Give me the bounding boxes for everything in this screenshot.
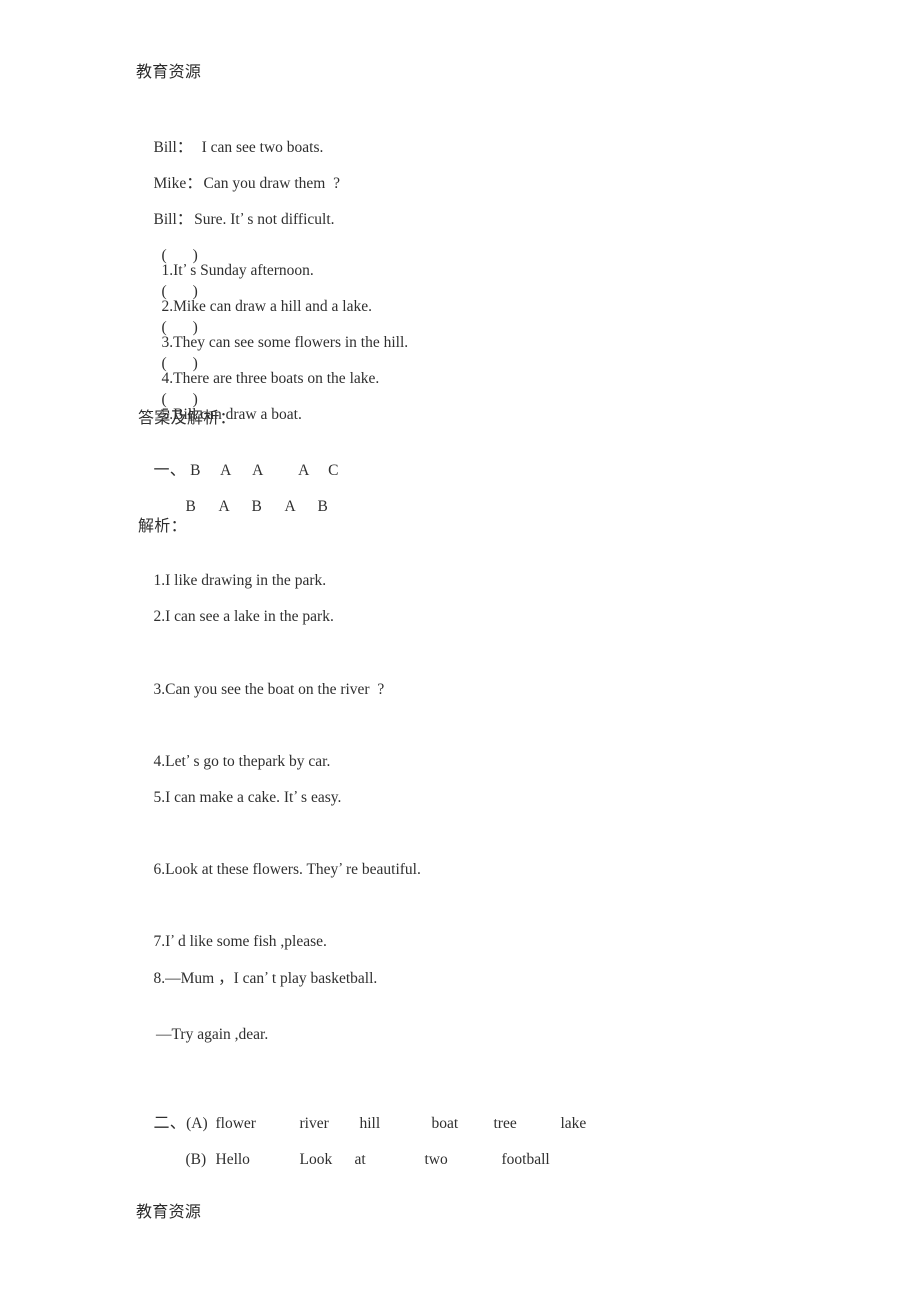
answer-blank-close-paren: ) [192, 390, 198, 408]
analysis-line: 3.Can you see the boat on the river ? [138, 666, 385, 713]
answer-value: A [218, 497, 230, 515]
vocabulary-word: Look [299, 1150, 333, 1168]
analysis-line: 5.I can make a cake. It’ s easy. [138, 774, 342, 821]
dialogue-text: Can you draw them ? [203, 174, 340, 192]
analysis-line: 8.—Mum ，I can’ t play basketball. [138, 955, 378, 1002]
item-number: 4. [153, 752, 166, 770]
vocabulary-word: football [501, 1150, 550, 1168]
answer-key-row: BABAB [170, 483, 351, 530]
item-text-continued: re beautiful. [345, 860, 421, 878]
item-text: —Mum ，I can [165, 969, 265, 987]
item-text: I like drawing in the park. [165, 571, 327, 589]
dialogue-text: I can see two boats. [186, 138, 324, 156]
watermark-footer: 教育资源 [136, 1204, 202, 1221]
analysis-line: 2.I can see a lake in the park. [138, 593, 334, 640]
item-number: 3. [153, 680, 166, 698]
item-text: Look at these flowers. They [165, 860, 339, 878]
item-number: 1. [153, 571, 166, 589]
watermark-header: 教育资源 [136, 64, 202, 81]
dialogue-colon: ： [176, 138, 186, 156]
item-text-continued: s go to thepark by car. [193, 752, 331, 770]
answer-section-heading: 答案及解析： [138, 410, 236, 427]
part-one-marker: 一、 [153, 461, 187, 479]
answer-value: C [328, 461, 339, 479]
vocabulary-word: boat [431, 1114, 459, 1132]
item-number: 5. [153, 788, 166, 806]
item-text: Let [165, 752, 186, 770]
analysis-reply-line: —Try again ,dear. [156, 1026, 269, 1043]
apostrophe-glyph: ’ [293, 788, 299, 804]
item-number: 6. [153, 860, 166, 878]
answer-value: B [185, 497, 196, 515]
vocabulary-word: flower [215, 1114, 256, 1132]
dialogue-speaker: Bill [153, 210, 177, 228]
vocabulary-word: hill [359, 1114, 381, 1132]
answer-value: A [298, 461, 310, 479]
answer-blank-close-paren: ) [192, 246, 198, 264]
item-number: 2. [153, 607, 166, 625]
item-number: 8. [153, 969, 166, 987]
answer-value: B [251, 497, 262, 515]
true-false-row[interactable]: () 5.Bill can draw a boat. [146, 376, 302, 438]
answer-value: B [190, 461, 201, 479]
vocabulary-word: lake [560, 1114, 587, 1132]
apostrophe-glyph: ’ [338, 860, 343, 876]
vocabulary-word: at [354, 1150, 366, 1168]
part-two-marker: 二、 [153, 1114, 187, 1132]
dialogue-speaker: Bill [153, 138, 177, 156]
group-b-label: (B) [185, 1150, 207, 1168]
answer-value: A [220, 461, 232, 479]
document-page: 教育资源 Bill： I can see two boats. Mike：Can… [0, 0, 920, 1302]
group-a-label: (A) [186, 1114, 208, 1132]
dialogue-text: Sure. It [194, 210, 240, 228]
dialogue-colon: ： [176, 210, 194, 228]
vocabulary-word: river [299, 1114, 329, 1132]
item-text: I can make a cake. It [165, 788, 294, 806]
item-text: Can you see the boat on the river ? [165, 680, 385, 698]
apostrophe-glyph: ’ [170, 932, 175, 948]
analysis-line: 6.Look at these flowers. They’ re beautif… [138, 846, 421, 893]
item-text-continued: s easy. [301, 788, 342, 806]
dialogue-colon: ： [186, 174, 203, 192]
item-number: 7. [153, 932, 166, 950]
item-text-continued: t play basketball. [271, 969, 378, 987]
vocabulary-row-b: (B) Hello Look at two football [170, 1136, 550, 1183]
answer-blank-open-paren: ( [161, 354, 167, 372]
vocabulary-word: two [424, 1150, 448, 1168]
dialogue-speaker: Mike [153, 174, 187, 192]
dialogue-text-continued: s not difficult. [247, 210, 335, 228]
answer-value: A [252, 461, 264, 479]
analysis-heading: 解析： [138, 518, 187, 535]
answer-blank-close-paren: ) [192, 318, 198, 336]
answer-blank-open-paren: ( [161, 318, 167, 336]
answer-value: A [284, 497, 296, 515]
answer-blank-open-paren: ( [161, 390, 167, 408]
vocabulary-word: tree [493, 1114, 517, 1132]
item-text-continued: d like some fish ,please. [177, 932, 327, 950]
answer-blank-close-paren: ) [192, 354, 198, 372]
apostrophe-glyph: ’ [264, 969, 269, 985]
item-text: I can see a lake in the park. [165, 607, 334, 625]
answer-blank-open-paren: ( [161, 246, 167, 264]
answer-blank-open-paren: ( [161, 282, 167, 300]
answer-blank-close-paren: ) [192, 282, 198, 300]
answer-value: B [317, 497, 328, 515]
vocabulary-word: Hello [215, 1150, 250, 1168]
